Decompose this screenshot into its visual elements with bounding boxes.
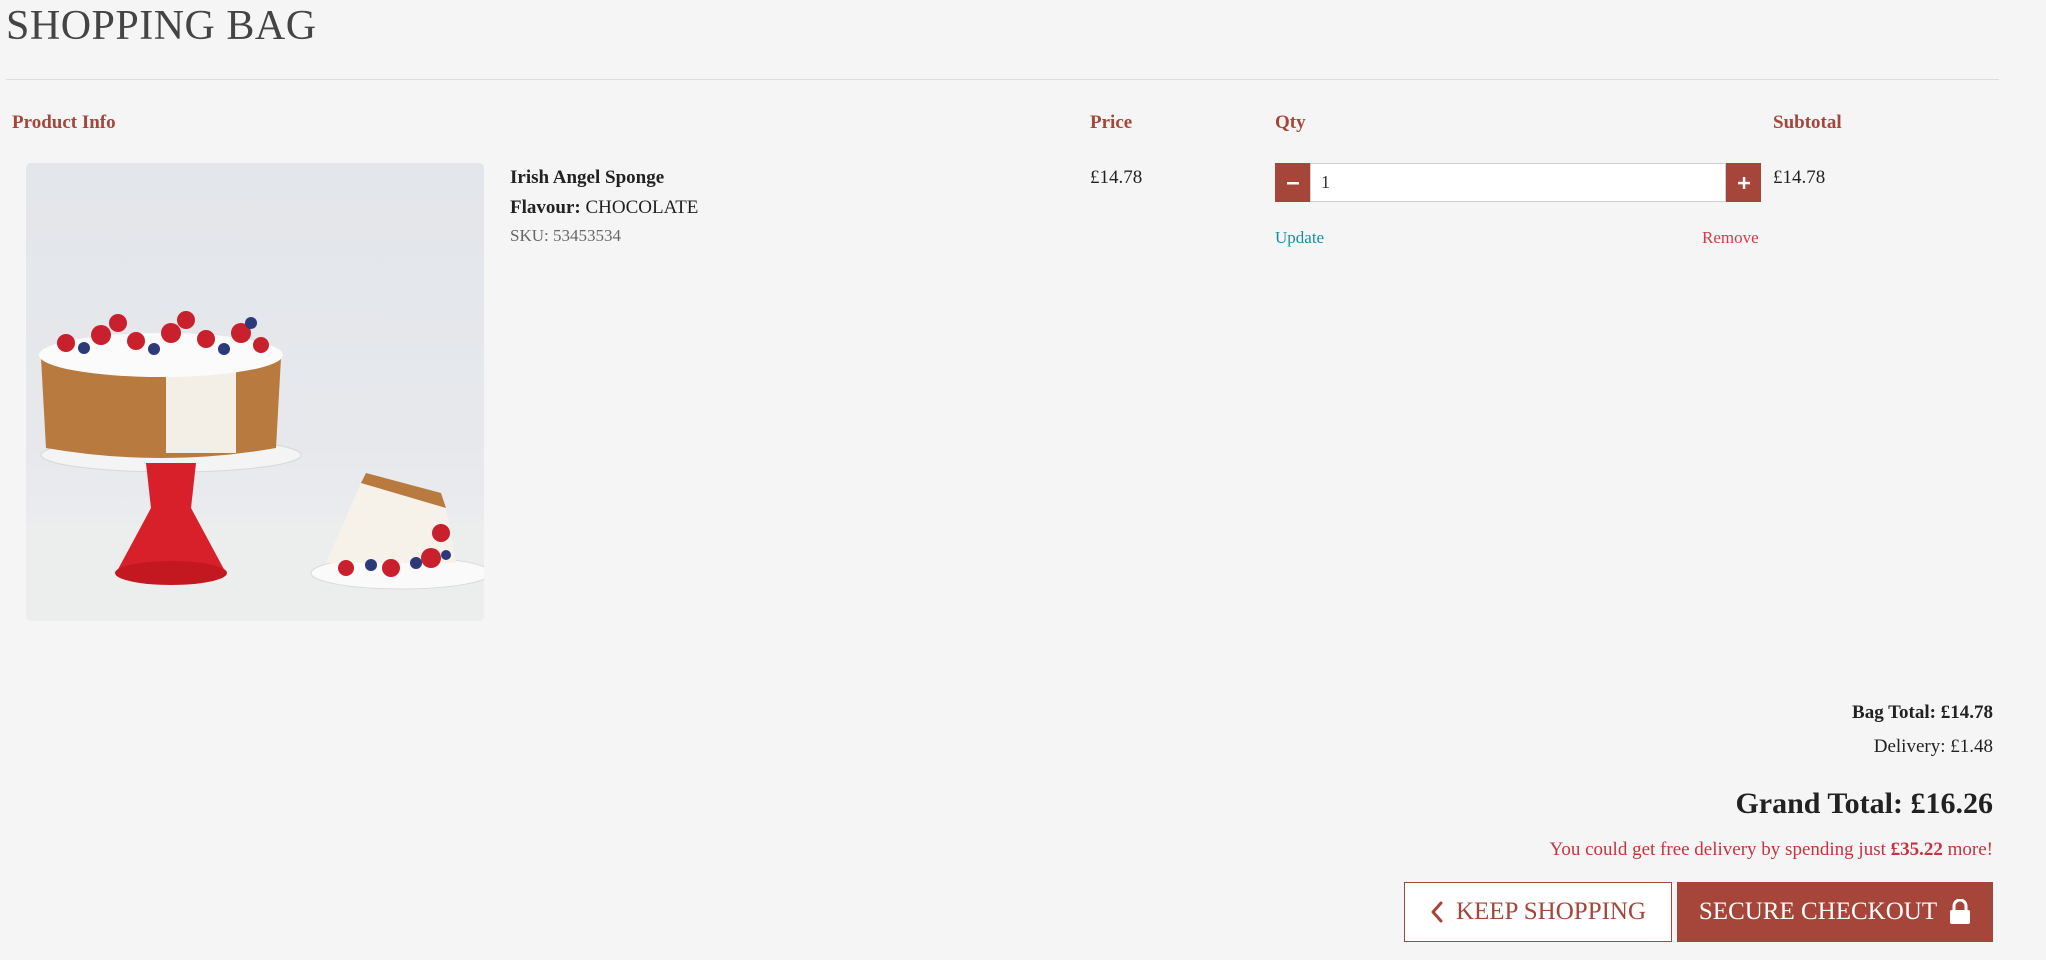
minus-icon bbox=[1286, 181, 1299, 184]
item-subtotal: £14.78 bbox=[1773, 167, 1826, 188]
product-name[interactable]: Irish Angel Sponge bbox=[510, 167, 664, 189]
bag-total: Bag Total: £14.78 bbox=[1852, 702, 1993, 723]
quantity-stepper bbox=[1275, 163, 1761, 202]
product-flavour: Flavour: CHOCOLATE bbox=[510, 197, 698, 219]
column-header-qty: Qty bbox=[1275, 112, 1306, 133]
delivery-cost: Delivery: £1.48 bbox=[1873, 736, 1993, 757]
free-delivery-suffix: more! bbox=[1947, 839, 1993, 860]
flavour-label: Flavour: bbox=[510, 197, 581, 218]
cake-photo-illustration bbox=[26, 311, 484, 621]
divider bbox=[6, 79, 1999, 80]
free-delivery-prefix: You could get free delivery by spending … bbox=[1549, 839, 1886, 860]
chevron-left-icon bbox=[1431, 901, 1443, 923]
product-sku: SKU: 53453534 bbox=[510, 226, 621, 245]
free-delivery-message: You could get free delivery by spending … bbox=[1550, 839, 1993, 861]
remove-link[interactable]: Remove bbox=[1702, 228, 1759, 248]
item-price: £14.78 bbox=[1090, 167, 1143, 188]
lock-icon bbox=[1950, 899, 1971, 924]
column-header-subtotal: Subtotal bbox=[1773, 112, 1842, 133]
free-delivery-amount: £35.22 bbox=[1890, 839, 1943, 860]
column-header-price: Price bbox=[1090, 112, 1133, 133]
column-header-product-info: Product Info bbox=[12, 112, 116, 133]
increase-quantity-button[interactable] bbox=[1726, 163, 1761, 202]
update-link[interactable]: Update bbox=[1275, 228, 1324, 248]
plus-icon bbox=[1737, 176, 1750, 189]
grand-total: Grand Total: £16.26 bbox=[1735, 787, 1993, 820]
secure-checkout-button[interactable]: SECURE CHECKOUT bbox=[1677, 882, 1993, 942]
page-title: SHOPPING BAG bbox=[6, 3, 317, 49]
keep-shopping-button[interactable]: KEEP SHOPPING bbox=[1404, 882, 1672, 942]
quantity-input[interactable] bbox=[1310, 163, 1726, 202]
secure-checkout-label: SECURE CHECKOUT bbox=[1698, 898, 1938, 925]
decrease-quantity-button[interactable] bbox=[1275, 163, 1310, 202]
flavour-value: CHOCOLATE bbox=[585, 197, 699, 218]
product-image[interactable] bbox=[26, 163, 484, 621]
keep-shopping-label: KEEP SHOPPING bbox=[1455, 898, 1647, 925]
